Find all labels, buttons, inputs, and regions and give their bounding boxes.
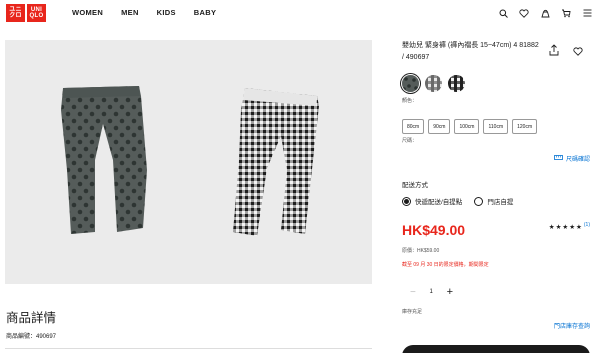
product-title: 嬰幼兒 緊身褲 (褲內襠長 15~47cm) 4 81882 / 490697 bbox=[402, 42, 539, 61]
increase-quantity-button[interactable]: + bbox=[447, 286, 453, 298]
original-price: 原價：HK$59.00 bbox=[402, 248, 440, 254]
color-swatch-dots[interactable] bbox=[402, 75, 419, 92]
delivery-title: 配送方式 bbox=[402, 182, 428, 189]
nav-men[interactable]: MEN bbox=[121, 8, 139, 17]
polka-dot-leggings bbox=[61, 86, 147, 234]
uniqlo-logo[interactable]: ユニ クロ UNI QLO bbox=[6, 4, 46, 22]
size-guide-link[interactable]: 尺碼確認 bbox=[554, 154, 590, 163]
product-info-panel: 嬰幼兒 緊身褲 (褲內襠長 15~47cm) 4 81882 / 490697 … bbox=[402, 0, 600, 353]
delivery-options: 快遞配送/自提點 門店自提 bbox=[402, 196, 513, 206]
delivery-option-label: 快遞配送/自提點 bbox=[415, 199, 463, 206]
star-icon: ★ bbox=[562, 224, 569, 231]
store-stock-link[interactable]: 門店庫存查詢 bbox=[554, 321, 590, 330]
product-code: 商品編號：490697 bbox=[6, 334, 57, 340]
size-option[interactable]: 110cm bbox=[483, 119, 509, 134]
nav-women[interactable]: WOMEN bbox=[72, 8, 103, 17]
size-options: 80cm 90cm 100cm 110cm 120cm bbox=[402, 119, 538, 134]
color-swatch-gray-check[interactable] bbox=[425, 75, 442, 92]
nav-baby[interactable]: BABY bbox=[194, 8, 216, 17]
main-nav: WOMEN MEN KIDS BABY bbox=[72, 8, 216, 17]
limited-price-notice: 截至 09 月 30 日的限定價格，期間限定 bbox=[402, 262, 489, 268]
size-option[interactable]: 120cm bbox=[512, 119, 538, 134]
nav-kids[interactable]: KIDS bbox=[157, 8, 176, 17]
star-icon: ★ bbox=[555, 224, 562, 231]
delivery-option-store[interactable]: 門店自提 bbox=[474, 196, 513, 206]
size-option[interactable]: 100cm bbox=[454, 119, 480, 134]
delivery-option-label: 門店自提 bbox=[487, 199, 514, 206]
share-icon[interactable] bbox=[549, 43, 559, 56]
size-option[interactable]: 80cm bbox=[402, 119, 425, 134]
product-details-heading: 商品詳情 bbox=[6, 311, 57, 325]
add-to-cart-button[interactable] bbox=[402, 345, 590, 353]
size-option[interactable]: 90cm bbox=[428, 119, 451, 134]
radio-selected bbox=[402, 196, 411, 206]
ruler-icon bbox=[554, 155, 563, 162]
quantity-stepper: − 1 + bbox=[404, 281, 459, 303]
delivery-option-express[interactable]: 快遞配送/自提點 bbox=[402, 196, 462, 206]
decrease-quantity-button[interactable]: − bbox=[410, 287, 416, 298]
sale-price: HK$49.00 bbox=[402, 222, 466, 238]
gingham-leggings bbox=[233, 88, 319, 236]
rating[interactable]: ★ ★ ★ ★ ★ (1) bbox=[548, 222, 590, 231]
divider bbox=[5, 348, 372, 349]
product-image bbox=[61, 86, 319, 236]
color-swatches bbox=[402, 75, 465, 92]
quantity-value: 1 bbox=[429, 289, 433, 295]
color-label: 顏色： bbox=[402, 98, 418, 104]
color-swatch-black-check[interactable] bbox=[448, 75, 465, 92]
product-image-panel[interactable] bbox=[5, 40, 372, 284]
review-count[interactable]: (1) bbox=[584, 222, 590, 228]
stock-status: 庫存充足 bbox=[402, 309, 423, 315]
radio-unselected bbox=[474, 196, 484, 206]
star-icon: ★ bbox=[576, 224, 582, 231]
logo-katakana: ユニ クロ bbox=[9, 6, 22, 20]
size-label: 尺碼： bbox=[402, 138, 418, 144]
star-icon: ★ bbox=[548, 224, 555, 231]
size-guide-label: 尺碼確認 bbox=[565, 157, 590, 163]
favorite-heart-icon[interactable] bbox=[573, 43, 583, 56]
star-icon: ★ bbox=[569, 224, 576, 231]
logo-latin: UNI QLO bbox=[29, 6, 44, 20]
